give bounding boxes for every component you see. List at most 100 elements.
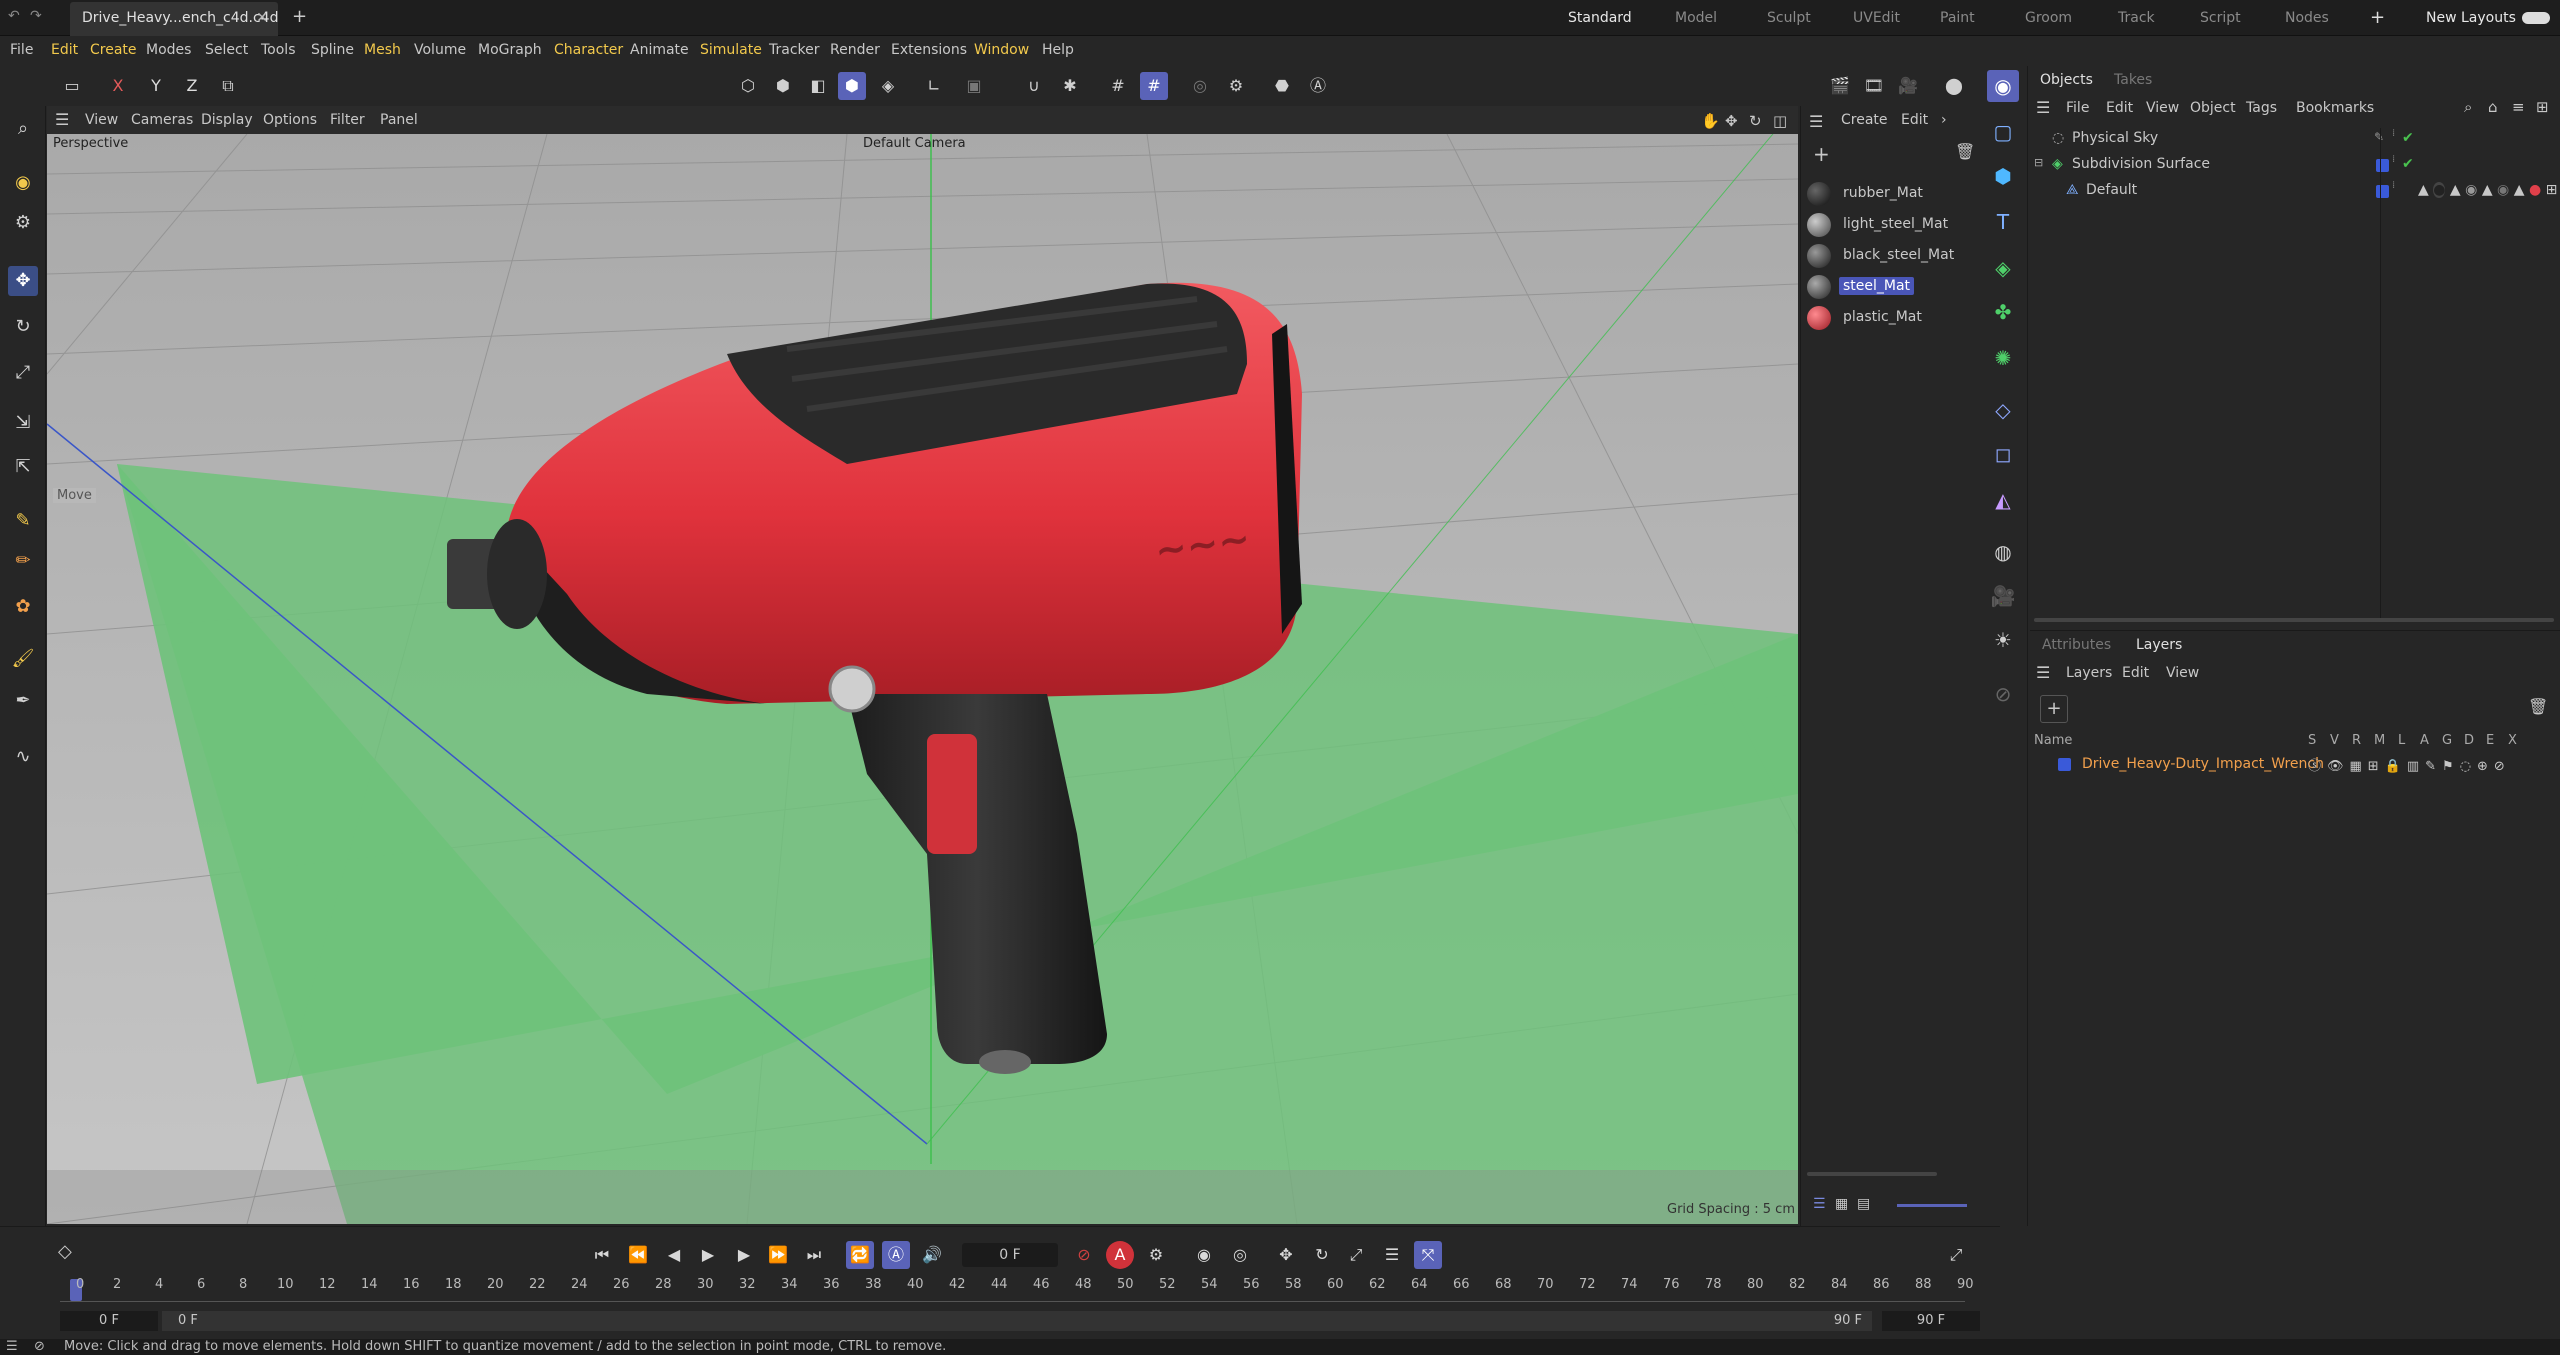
- layout-uvedit[interactable]: UVEdit: [1853, 0, 1900, 36]
- key-pla-icon[interactable]: ⤧: [1414, 1241, 1442, 1269]
- layers-hamburger-icon[interactable]: ☰: [2036, 663, 2050, 682]
- pen-tool-icon[interactable]: ✒: [8, 686, 38, 716]
- list-view-icon[interactable]: ☰: [1813, 1196, 1826, 1212]
- paint-brush-icon[interactable]: 🖌: [8, 644, 38, 674]
- object-row[interactable]: ◌ Physical Sky ✎ ⁞ ✔: [2030, 128, 2560, 152]
- phong-tag-icon[interactable]: ▲: [2514, 182, 2525, 198]
- viewport-menu-cameras[interactable]: Cameras: [131, 112, 193, 128]
- object-row[interactable]: ⊟ ◈ Subdivision Surface ⁞ ✔: [2030, 154, 2560, 178]
- close-tab-icon[interactable]: ✕: [256, 2, 268, 34]
- deformer-icon[interactable]: ◇: [1987, 394, 2019, 426]
- visibility-dots-icon[interactable]: ⁞: [2392, 154, 2395, 165]
- autokey-icon[interactable]: A: [1106, 1241, 1134, 1269]
- uv-mode-icon[interactable]: ◈: [874, 72, 902, 100]
- auto-icon[interactable]: Ⓐ: [1304, 72, 1332, 100]
- scale-points-icon[interactable]: ⇱: [8, 452, 38, 482]
- document-tab[interactable]: Drive_Heavy...ench_c4d.c4d ✕: [70, 2, 278, 36]
- objects-menu-object[interactable]: Object: [2190, 100, 2236, 116]
- viewport-menu-view[interactable]: View: [85, 112, 118, 128]
- phong-tag-icon[interactable]: ▲: [2450, 182, 2461, 198]
- effector-icon[interactable]: ✺: [1987, 342, 2019, 374]
- material-tag-icon[interactable]: ●: [2433, 182, 2446, 198]
- interactive-render-region-icon[interactable]: ◉: [1987, 70, 2019, 102]
- render-settings-icon[interactable]: 🎥: [1894, 72, 1922, 100]
- status-menu-icon[interactable]: ☰: [6, 1339, 18, 1355]
- transform-tool-icon[interactable]: ⇲: [8, 408, 38, 438]
- quantize-icon[interactable]: #: [1140, 72, 1168, 100]
- menu-mesh[interactable]: Mesh: [364, 42, 401, 58]
- material-menu-edit[interactable]: Edit: [1901, 112, 1928, 128]
- visibility-dots-icon[interactable]: ⁞: [2392, 128, 2395, 139]
- sound-icon[interactable]: 🔊: [918, 1241, 946, 1269]
- go-to-start-icon[interactable]: ⏮: [588, 1241, 616, 1269]
- objects-search-icon[interactable]: ⌕: [2464, 98, 2472, 116]
- undo-icon[interactable]: ↶: [8, 8, 20, 24]
- preview-range-icon[interactable]: Ⓐ: [882, 1241, 910, 1269]
- key-position-icon[interactable]: ◉: [1190, 1241, 1218, 1269]
- material-item[interactable]: steel_Mat: [1801, 271, 1979, 301]
- layout-nodes[interactable]: Nodes: [2285, 0, 2329, 36]
- delete-layer-icon[interactable]: 🗑: [2528, 697, 2548, 716]
- layout-toggle[interactable]: [2522, 12, 2550, 24]
- layout-paint[interactable]: Paint: [1940, 0, 1975, 36]
- keyframe-settings-icon[interactable]: ⚙: [1142, 1241, 1170, 1269]
- material-tag-icon[interactable]: ◉: [2497, 182, 2509, 198]
- render-picture-viewer-icon[interactable]: 🎞: [1860, 72, 1888, 100]
- viewport-menu-filter[interactable]: Filter: [330, 112, 365, 128]
- knife-tool-icon[interactable]: ✎: [8, 506, 38, 536]
- objects-new-view-icon[interactable]: ⊞: [2536, 98, 2549, 116]
- objects-home-icon[interactable]: ⌂: [2488, 98, 2498, 116]
- grid-icon[interactable]: #: [1104, 72, 1132, 100]
- menu-mograph[interactable]: MoGraph: [478, 42, 542, 58]
- interactive-render-icon[interactable]: ⬤: [1940, 72, 1968, 100]
- record-active-icon[interactable]: ⊘: [1070, 1241, 1098, 1269]
- layers-menu-layers[interactable]: Layers: [2066, 665, 2112, 681]
- layout-model[interactable]: Model: [1675, 0, 1717, 36]
- tab-objects[interactable]: Objects: [2040, 72, 2093, 88]
- layout-track[interactable]: Track: [2118, 0, 2155, 36]
- spline-sketch-icon[interactable]: ∿: [8, 742, 38, 772]
- play-icon[interactable]: ▶: [694, 1241, 722, 1269]
- thumbnail-size-slider[interactable]: [1897, 1204, 1967, 1207]
- search-icon[interactable]: ⌕: [8, 114, 38, 144]
- field-icon[interactable]: ◻: [1987, 438, 2019, 470]
- layout-sculpt[interactable]: Sculpt: [1767, 0, 1811, 36]
- layer-flag-icons[interactable]: ⓢ👁▦⊞🔒▥✎⚑◌⊕⊘: [2308, 755, 2511, 774]
- snap-settings-icon[interactable]: ✱: [1056, 72, 1084, 100]
- redo-icon[interactable]: ↷: [30, 8, 42, 24]
- axis-z-button[interactable]: Z: [178, 72, 206, 100]
- material-item[interactable]: rubber_Mat: [1801, 178, 1979, 208]
- layout-groom[interactable]: Groom: [2025, 0, 2072, 36]
- phong-tag-icon[interactable]: ▲: [2418, 182, 2429, 198]
- brush-select-icon[interactable]: ✏: [8, 546, 38, 576]
- object-row[interactable]: ⟁ Default ⁞ ▲ ● ▲ ◉ ▲ ◉ ▲ ● ⊞: [2030, 180, 2560, 204]
- scale-tool-icon[interactable]: ⤢: [8, 358, 38, 388]
- rotate-tool-icon[interactable]: ↻: [8, 312, 38, 342]
- key-move-icon[interactable]: ✥: [1272, 1241, 1300, 1269]
- material-item[interactable]: black_steel_Mat: [1801, 240, 1979, 270]
- material-menu-more-icon[interactable]: ›: [1941, 112, 1947, 128]
- menu-extensions[interactable]: Extensions: [891, 42, 967, 58]
- visibility-dots-icon[interactable]: ⁞: [2392, 180, 2395, 191]
- next-key-icon[interactable]: ⏩: [764, 1241, 792, 1269]
- grid-view-icon[interactable]: ▦: [1835, 1196, 1848, 1212]
- points-mode-icon[interactable]: ⬡: [734, 72, 762, 100]
- timeline-expand-icon[interactable]: ⤢: [1942, 1241, 1970, 1269]
- menu-spline[interactable]: Spline: [311, 42, 354, 58]
- menu-volume[interactable]: Volume: [414, 42, 466, 58]
- go-to-end-icon[interactable]: ⏭: [800, 1241, 828, 1269]
- previous-frame-icon[interactable]: ◀: [660, 1241, 688, 1269]
- layer-color-swatch[interactable]: [2376, 159, 2389, 172]
- key-param-icon[interactable]: ☰: [1378, 1241, 1406, 1269]
- previous-key-icon[interactable]: ⏪: [624, 1241, 652, 1269]
- key-rotate-icon[interactable]: ↻: [1308, 1241, 1336, 1269]
- current-frame-field[interactable]: 0 F: [962, 1243, 1058, 1267]
- delete-material-icon[interactable]: 🗑: [1955, 142, 1975, 161]
- cube-outline-icon[interactable]: ▢: [1987, 116, 2019, 148]
- spline-generator-icon[interactable]: ◭: [1987, 484, 2019, 516]
- polygons-mode-icon[interactable]: ◧: [804, 72, 832, 100]
- objects-scrollbar[interactable]: [2034, 618, 2554, 622]
- tag-icon[interactable]: ⊘: [1987, 678, 2019, 710]
- edges-mode-icon[interactable]: ⬢: [769, 72, 797, 100]
- large-view-icon[interactable]: ▤: [1857, 1196, 1870, 1212]
